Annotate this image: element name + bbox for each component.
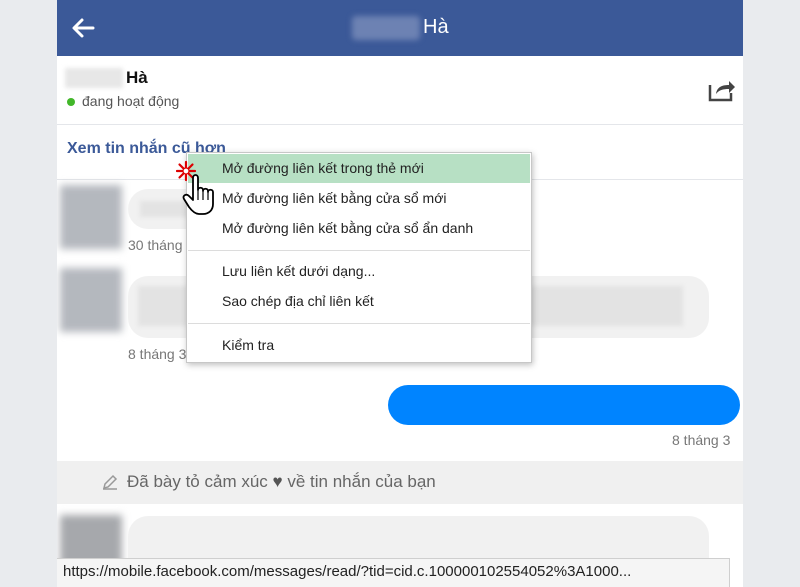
menu-divider	[188, 323, 530, 324]
menu-save-link-as[interactable]: Lưu liên kết dưới dạng...	[188, 257, 530, 286]
message-time: 30 tháng	[128, 237, 183, 253]
reaction-suffix: về tin nhắn của bạn	[287, 472, 436, 491]
reaction-notice: Đã bày tỏ cảm xúc ♥ về tin nhắn của bạn	[57, 461, 743, 504]
profile-header: Hà đang hoạt động	[57, 56, 743, 125]
menu-divider	[188, 250, 530, 251]
link-status-bar: https://mobile.facebook.com/messages/rea…	[57, 558, 730, 587]
redacted-name	[352, 16, 420, 40]
menu-copy-link-address[interactable]: Sao chép địa chỉ liên kết	[188, 287, 530, 316]
sent-message-bubble[interactable]	[388, 385, 740, 425]
online-dot-icon	[67, 98, 75, 106]
share-icon[interactable]	[707, 75, 737, 103]
top-bar: Hà	[57, 0, 743, 56]
pencil-icon	[102, 474, 118, 490]
arrow-left-icon[interactable]	[69, 14, 97, 42]
avatar[interactable]	[60, 185, 122, 249]
menu-inspect[interactable]: Kiểm tra	[188, 331, 530, 360]
avatar[interactable]	[60, 268, 122, 332]
menu-open-new-tab[interactable]: Mở đường liên kết trong thẻ mới	[188, 154, 530, 183]
message-time: 8 tháng 3	[128, 346, 187, 362]
reaction-prefix: Đã bày tỏ cảm xúc	[127, 472, 268, 491]
active-status: đang hoạt động	[82, 93, 180, 109]
menu-open-new-window[interactable]: Mở đường liên kết bằng cửa sổ mới	[188, 184, 530, 213]
heart-icon: ♥	[272, 472, 283, 491]
contact-name[interactable]: Hà	[126, 68, 148, 88]
redacted-name	[65, 68, 123, 88]
context-menu: Mở đường liên kết trong thẻ mới Mở đường…	[186, 152, 532, 363]
reaction-text: Đã bày tỏ cảm xúc ♥ về tin nhắn của bạn	[127, 472, 436, 492]
conversation-title: Hà	[423, 16, 449, 38]
hand-cursor-icon	[176, 160, 214, 215]
message-time: 8 tháng 3	[672, 432, 731, 448]
menu-open-incognito[interactable]: Mở đường liên kết bằng cửa sổ ẩn danh	[188, 214, 530, 243]
